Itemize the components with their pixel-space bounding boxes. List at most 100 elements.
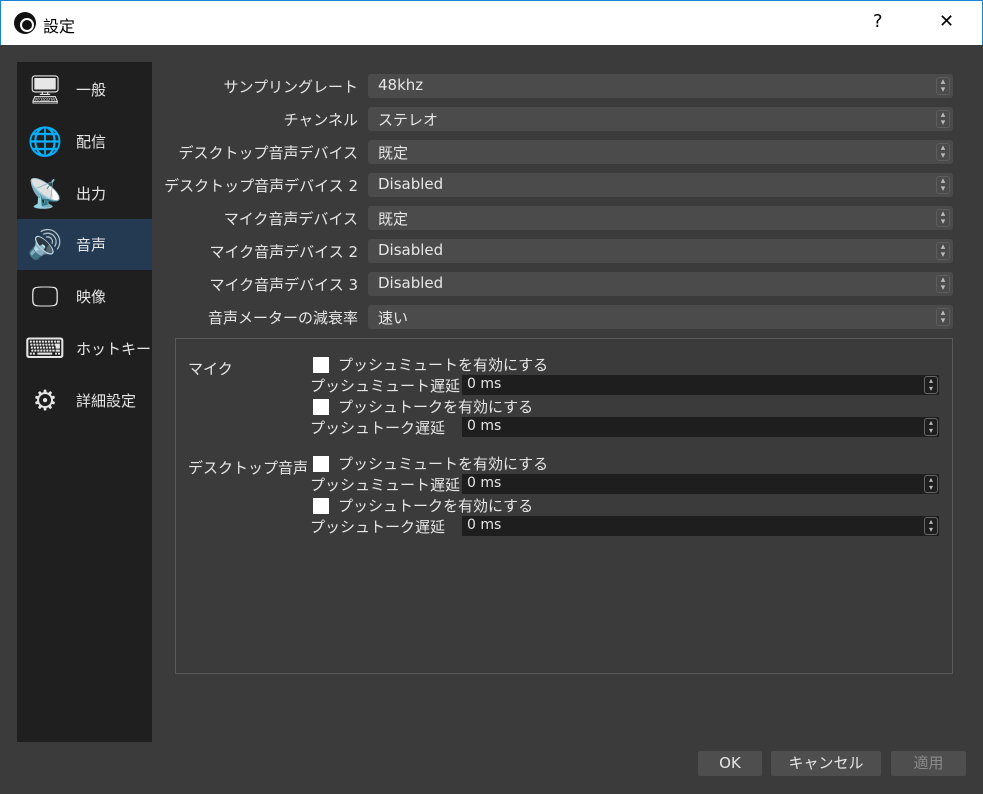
field-label: デスクトップ音声デバイス	[178, 144, 358, 162]
sidebar-item-general[interactable]: 🖥 一般	[17, 64, 152, 115]
updown-icon: ▴ ▾	[936, 143, 950, 161]
sidebar-item-label: 詳細設定	[76, 392, 137, 410]
select-value: 既定	[378, 144, 409, 162]
help-button[interactable]: ?	[873, 11, 883, 32]
obs-logo-icon	[14, 12, 36, 34]
desktop-audio-label: デスクトップ音声	[188, 459, 309, 477]
spin-value: 0 ms	[467, 376, 502, 392]
ok-button[interactable]: OK	[698, 751, 762, 776]
updown-icon: ▴ ▾	[936, 209, 950, 227]
updown-icon: ▴ ▾	[936, 275, 950, 293]
monitor-icon: 🖵	[31, 279, 59, 313]
checkbox-box	[313, 455, 329, 472]
talk-delay-label: プッシュトーク遅延	[310, 518, 446, 536]
field-label: 音声メーターの減衰率	[207, 309, 358, 327]
select-value: ステレオ	[378, 111, 439, 129]
desktop-audio-row: デスクトップ音声デバイス 既定 ▴ ▾	[160, 140, 953, 164]
checkbox-box	[313, 398, 329, 415]
close-button[interactable]: ✕	[939, 11, 954, 32]
checkbox-label: プッシュトークを有効にする	[338, 497, 534, 515]
sidebar-item-label: 一般	[76, 81, 107, 99]
mute-delay-label: プッシュミュート遅延	[310, 476, 461, 494]
mic-audio-select[interactable]: 既定 ▴ ▾	[368, 206, 953, 230]
sidebar-item-video[interactable]: 🖵 映像	[17, 271, 152, 322]
mic-audio-3-row: マイク音声デバイス 3 Disabled ▴ ▾	[160, 272, 953, 296]
updown-icon: ▴ ▾	[936, 242, 950, 260]
sidebar-item-hotkeys[interactable]: ⌨ ホットキー	[17, 323, 152, 374]
field-label: マイク音声デバイス 2	[209, 243, 358, 261]
updown-icon: ▴ ▾	[924, 376, 938, 394]
desktop-audio-2-row: デスクトップ音声デバイス 2 Disabled ▴ ▾	[160, 173, 953, 197]
title-bar: 設定 ? ✕	[0, 0, 983, 45]
select-value: Disabled	[378, 241, 444, 259]
updown-icon: ▴ ▾	[924, 475, 938, 493]
antenna-icon: 📡	[27, 177, 63, 210]
spin-value: 0 ms	[467, 475, 502, 491]
field-label: サンプリングレート	[223, 78, 358, 96]
select-value: 48khz	[378, 76, 424, 94]
sidebar-item-label: ホットキー	[76, 340, 152, 358]
desktop-push-to-talk-checkbox[interactable]: プッシュトークを有効にする	[313, 495, 533, 516]
checkbox-box	[313, 356, 329, 373]
desktop-talk-delay-spinbox[interactable]: 0 ms ▴ ▾	[462, 516, 939, 536]
mute-delay-label: プッシュミュート遅延	[310, 377, 461, 395]
mic-audio-2-row: マイク音声デバイス 2 Disabled ▴ ▾	[160, 239, 953, 263]
mic-label: マイク	[188, 360, 233, 378]
updown-icon: ▴ ▾	[924, 517, 938, 535]
sidebar-item-output[interactable]: 📡 出力	[17, 168, 152, 219]
mic-push-to-mute-checkbox[interactable]: プッシュミュートを有効にする	[313, 354, 548, 375]
checkbox-label: プッシュミュートを有効にする	[338, 356, 549, 374]
globe-icon: 🌐	[27, 125, 63, 158]
mic-audio-3-select[interactable]: Disabled ▴ ▾	[368, 272, 953, 296]
field-label: マイク音声デバイス	[223, 210, 358, 228]
keyboard-icon: ⌨	[24, 332, 66, 365]
speaker-icon: 🔊	[27, 228, 63, 261]
updown-icon: ▴ ▾	[936, 176, 950, 194]
select-value: Disabled	[378, 274, 444, 292]
mic-mute-delay-spinbox[interactable]: 0 ms ▴ ▾	[462, 375, 939, 395]
channels-row: チャンネル ステレオ ▴ ▾	[160, 107, 953, 131]
desktop-audio-2-select[interactable]: Disabled ▴ ▾	[368, 173, 953, 197]
checkbox-box	[313, 497, 329, 514]
spin-value: 0 ms	[467, 517, 502, 533]
updown-icon: ▴ ▾	[936, 110, 950, 128]
sample-rate-select[interactable]: 48khz ▴ ▾	[368, 74, 953, 98]
select-value: 速い	[378, 309, 409, 327]
updown-icon: ▴ ▾	[936, 308, 950, 326]
computer-tools-icon: 🖥	[27, 73, 63, 106]
sidebar-item-advanced[interactable]: ⚙ 詳細設定	[17, 375, 152, 426]
sidebar-item-label: 配信	[76, 133, 107, 151]
window-title: 設定	[43, 17, 76, 36]
desktop-audio-select[interactable]: 既定 ▴ ▾	[368, 140, 953, 164]
sidebar-item-label: 音声	[76, 236, 107, 254]
desktop-mute-delay-spinbox[interactable]: 0 ms ▴ ▾	[462, 474, 939, 494]
channels-select[interactable]: ステレオ ▴ ▾	[368, 107, 953, 131]
select-value: Disabled	[378, 175, 444, 193]
apply-button[interactable]: 適用	[891, 751, 966, 776]
field-label: チャンネル	[283, 111, 358, 129]
field-label: デスクトップ音声デバイス 2	[164, 177, 358, 195]
cancel-button[interactable]: キャンセル	[771, 751, 881, 776]
updown-icon: ▴ ▾	[924, 418, 938, 436]
sidebar-item-audio[interactable]: 🔊 音声	[17, 219, 152, 270]
checkbox-label: プッシュトークを有効にする	[338, 398, 534, 416]
spin-value: 0 ms	[467, 418, 502, 434]
checkbox-label: プッシュミュートを有効にする	[338, 455, 549, 473]
mic-push-to-talk-checkbox[interactable]: プッシュトークを有効にする	[313, 396, 533, 417]
meter-decay-row: 音声メーターの減衰率 速い ▴ ▾	[160, 305, 953, 329]
field-label: マイク音声デバイス 3	[209, 276, 358, 294]
sample-rate-row: サンプリングレート 48khz ▴ ▾	[160, 74, 953, 98]
updown-icon: ▴ ▾	[936, 77, 950, 95]
mic-audio-row: マイク音声デバイス 既定 ▴ ▾	[160, 206, 953, 230]
desktop-push-to-mute-checkbox[interactable]: プッシュミュートを有効にする	[313, 453, 548, 474]
sidebar-item-stream[interactable]: 🌐 配信	[17, 116, 152, 167]
gears-icon: ⚙	[32, 384, 58, 417]
settings-sidebar: 🖥 一般 🌐 配信 📡 出力 🔊 音声 🖵 映像 ⌨ ホットキー ⚙ 詳細設定	[17, 62, 152, 742]
sidebar-item-label: 映像	[76, 288, 107, 306]
mic-audio-2-select[interactable]: Disabled ▴ ▾	[368, 239, 953, 263]
select-value: 既定	[378, 210, 409, 228]
hotkey-group: マイク プッシュミュートを有効にする プッシュミュート遅延 0 ms ▴ ▾ プッシ…	[175, 338, 953, 674]
mic-talk-delay-spinbox[interactable]: 0 ms ▴ ▾	[462, 417, 939, 437]
talk-delay-label: プッシュトーク遅延	[310, 419, 446, 437]
meter-decay-select[interactable]: 速い ▴ ▾	[368, 305, 953, 329]
